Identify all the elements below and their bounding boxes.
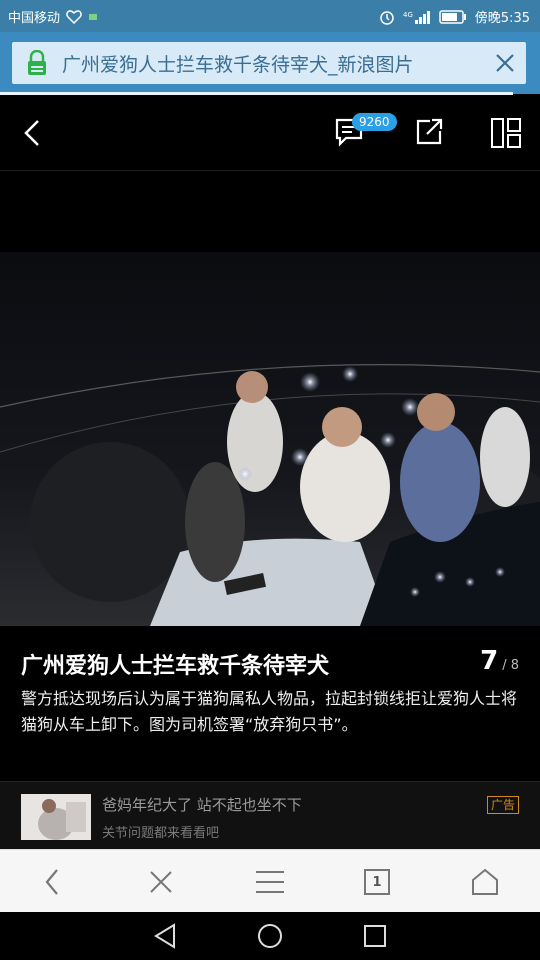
ad-subtitle: 关节问题都来看看吧 <box>102 826 220 841</box>
system-nav-bar <box>0 912 540 960</box>
home-icon[interactable] <box>467 864 503 900</box>
nav-recents-icon[interactable] <box>361 922 389 950</box>
close-url-icon[interactable] <box>484 42 526 84</box>
url-title: 广州爱狗人士拦车救千条待宰犬_新浪图片 <box>62 53 414 76</box>
browser-bottom-toolbar: 1 <box>0 849 540 913</box>
ad-title[interactable]: 爸妈年纪大了 站不起也坐不下 <box>102 794 302 815</box>
ad-banner[interactable]: 爸妈年纪大了 站不起也坐不下 关节问题都来看看吧 广告 <box>0 781 540 850</box>
status-bar: 中国移动 4G 傍晚5:35 <box>0 0 540 32</box>
close-page-icon[interactable] <box>143 864 179 900</box>
tab-count: 1 <box>372 874 382 890</box>
notification-icon <box>89 13 98 20</box>
grid-view-icon[interactable] <box>490 117 522 149</box>
back-arrow-icon[interactable] <box>18 119 46 147</box>
menu-icon[interactable] <box>252 864 288 900</box>
nav-home-icon[interactable] <box>256 922 284 950</box>
ad-thumbnail[interactable] <box>21 794 91 840</box>
url-field[interactable]: 广州爱狗人士拦车救千条待宰犬_新浪图片 <box>12 42 526 84</box>
battery-icon <box>439 9 466 24</box>
back-icon[interactable] <box>35 864 71 900</box>
alarm-icon <box>380 10 394 25</box>
lock-icon <box>12 42 62 84</box>
article-title: 广州爱狗人士拦车救千条待宰犬 <box>21 654 330 679</box>
photo-caption: 广州爱狗人士拦车救千条待宰犬 7/ 8 警方抵达现场后认为属于猫狗属私人物品，拉… <box>0 640 540 780</box>
svg-text:4G: 4G <box>403 11 413 19</box>
total-photo-count: / 8 <box>502 658 519 673</box>
photo-description: 警方抵达现场后认为属于猫狗属私人物品，拉起封锁线拒让爱狗人士将猫狗从车上卸下。图… <box>21 689 518 734</box>
photo-counter: 7/ 8 <box>480 646 519 676</box>
share-icon[interactable] <box>414 117 444 147</box>
current-photo-index: 7 <box>480 646 499 676</box>
clock-label: 傍晚5:35 <box>474 11 530 26</box>
nav-back-icon[interactable] <box>152 922 180 950</box>
carrier-label: 中国移动 <box>8 11 61 26</box>
signal-icon: 4G <box>403 10 430 24</box>
gallery-photo[interactable] <box>0 252 540 626</box>
gallery-toolbar: 9260 <box>0 95 540 171</box>
ad-label: 广告 <box>487 796 520 814</box>
heart-icon <box>66 9 82 24</box>
tabs-button[interactable]: 1 <box>359 864 395 900</box>
comment-count-badge: 9260 <box>352 113 397 131</box>
browser-address-bar: 广州爱狗人士拦车救千条待宰犬_新浪图片 <box>0 32 540 94</box>
